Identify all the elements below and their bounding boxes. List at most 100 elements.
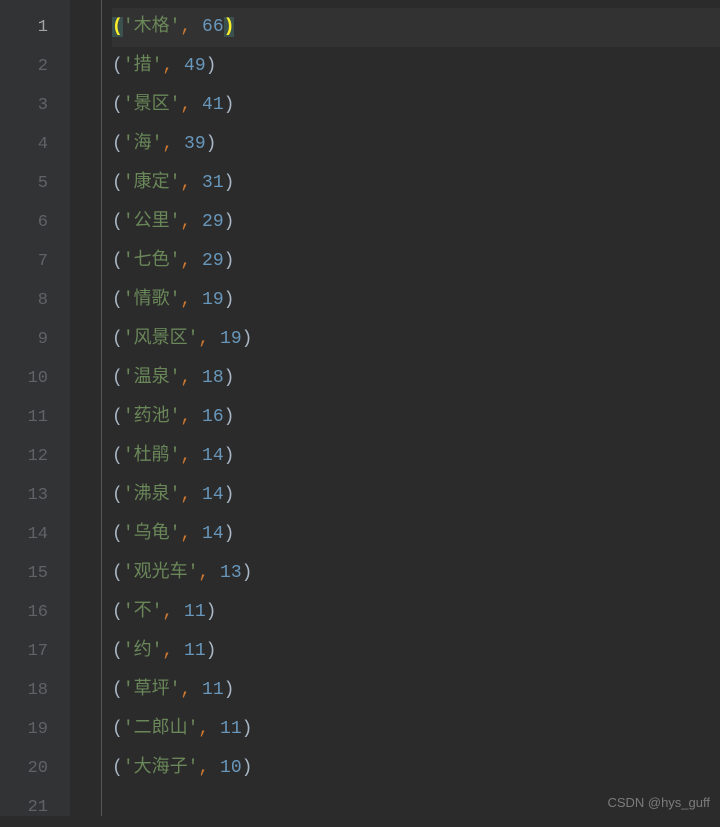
code-line[interactable]: ('药池', 16) bbox=[112, 398, 720, 437]
line-number: 19 bbox=[0, 710, 70, 749]
tuple-word: '景区' bbox=[123, 95, 181, 115]
code-line[interactable]: ('景区', 41) bbox=[112, 86, 720, 125]
close-paren: ) bbox=[224, 485, 235, 505]
comma: , bbox=[180, 524, 191, 544]
code-line[interactable]: ('沸泉', 14) bbox=[112, 476, 720, 515]
line-number: 12 bbox=[0, 437, 70, 476]
tuple-word: '约' bbox=[123, 641, 163, 661]
open-paren: ( bbox=[112, 290, 123, 310]
open-paren: ( bbox=[112, 17, 123, 37]
line-number: 17 bbox=[0, 632, 70, 671]
close-paren: ) bbox=[224, 251, 235, 271]
comma: , bbox=[162, 56, 173, 76]
comma: , bbox=[180, 446, 191, 466]
tuple-word: '草坪' bbox=[123, 680, 181, 700]
comma: , bbox=[198, 563, 209, 583]
line-number: 16 bbox=[0, 593, 70, 632]
code-editor[interactable]: 123456789101112131415161718192021 ('木格',… bbox=[0, 0, 720, 816]
tuple-word: '大海子' bbox=[123, 758, 199, 778]
tuple-word: '风景区' bbox=[123, 329, 199, 349]
tuple-count: 11 bbox=[202, 680, 224, 700]
open-paren: ( bbox=[112, 524, 123, 544]
comma: , bbox=[198, 758, 209, 778]
code-line[interactable]: ('温泉', 18) bbox=[112, 359, 720, 398]
close-paren: ) bbox=[206, 641, 217, 661]
line-number: 3 bbox=[0, 86, 70, 125]
comma: , bbox=[180, 485, 191, 505]
code-line[interactable]: ('草坪', 11) bbox=[112, 671, 720, 710]
code-line[interactable]: ('观光车', 13) bbox=[112, 554, 720, 593]
tuple-count: 19 bbox=[220, 329, 242, 349]
comma: , bbox=[198, 329, 209, 349]
close-paren: ) bbox=[224, 446, 235, 466]
tuple-word: '不' bbox=[123, 602, 163, 622]
comma: , bbox=[162, 602, 173, 622]
tuple-count: 18 bbox=[202, 368, 224, 388]
close-paren: ) bbox=[242, 563, 253, 583]
open-paren: ( bbox=[112, 134, 123, 154]
open-paren: ( bbox=[112, 329, 123, 349]
tuple-count: 39 bbox=[184, 134, 206, 154]
close-paren: ) bbox=[206, 56, 217, 76]
watermark-text: CSDN @hys_guff bbox=[607, 795, 710, 810]
comma: , bbox=[180, 290, 191, 310]
tuple-count: 11 bbox=[184, 602, 206, 622]
tuple-word: '温泉' bbox=[123, 368, 181, 388]
tuple-count: 10 bbox=[220, 758, 242, 778]
close-paren: ) bbox=[224, 524, 235, 544]
line-number: 21 bbox=[0, 788, 70, 827]
tuple-word: '二郎山' bbox=[123, 719, 199, 739]
close-paren: ) bbox=[224, 173, 235, 193]
tuple-word: '海' bbox=[123, 134, 163, 154]
code-content-area[interactable]: ('木格', 66)('措', 49)('景区', 41)('海', 39)('… bbox=[102, 0, 720, 816]
code-line[interactable]: ('大海子', 10) bbox=[112, 749, 720, 788]
tuple-word: '木格' bbox=[123, 17, 181, 37]
line-number: 14 bbox=[0, 515, 70, 554]
close-paren: ) bbox=[242, 329, 253, 349]
open-paren: ( bbox=[112, 719, 123, 739]
close-paren: ) bbox=[224, 680, 235, 700]
open-paren: ( bbox=[112, 173, 123, 193]
tuple-count: 19 bbox=[202, 290, 224, 310]
code-line[interactable]: ('海', 39) bbox=[112, 125, 720, 164]
tuple-count: 29 bbox=[202, 212, 224, 232]
code-line[interactable]: ('康定', 31) bbox=[112, 164, 720, 203]
code-line[interactable]: ('杜鹃', 14) bbox=[112, 437, 720, 476]
code-line[interactable]: ('公里', 29) bbox=[112, 203, 720, 242]
tuple-count: 66 bbox=[202, 17, 224, 37]
code-line[interactable]: ('风景区', 19) bbox=[112, 320, 720, 359]
open-paren: ( bbox=[112, 56, 123, 76]
open-paren: ( bbox=[112, 407, 123, 427]
open-paren: ( bbox=[112, 95, 123, 115]
line-number: 20 bbox=[0, 749, 70, 788]
code-line[interactable]: ('约', 11) bbox=[112, 632, 720, 671]
gutter-divider bbox=[70, 0, 102, 816]
comma: , bbox=[162, 134, 173, 154]
tuple-word: '乌龟' bbox=[123, 524, 181, 544]
open-paren: ( bbox=[112, 368, 123, 388]
tuple-count: 49 bbox=[184, 56, 206, 76]
comma: , bbox=[180, 17, 191, 37]
open-paren: ( bbox=[112, 680, 123, 700]
tuple-count: 31 bbox=[202, 173, 224, 193]
comma: , bbox=[180, 95, 191, 115]
code-line[interactable]: ('二郎山', 11) bbox=[112, 710, 720, 749]
line-number: 13 bbox=[0, 476, 70, 515]
close-paren: ) bbox=[224, 95, 235, 115]
close-paren: ) bbox=[242, 758, 253, 778]
code-line[interactable]: ('不', 11) bbox=[112, 593, 720, 632]
code-line[interactable]: ('木格', 66) bbox=[112, 8, 720, 47]
open-paren: ( bbox=[112, 446, 123, 466]
tuple-word: '沸泉' bbox=[123, 485, 181, 505]
open-paren: ( bbox=[112, 602, 123, 622]
code-line[interactable]: ('情歌', 19) bbox=[112, 281, 720, 320]
code-line[interactable]: ('乌龟', 14) bbox=[112, 515, 720, 554]
tuple-count: 14 bbox=[202, 446, 224, 466]
tuple-word: '药池' bbox=[123, 407, 181, 427]
line-number-gutter: 123456789101112131415161718192021 bbox=[0, 0, 70, 816]
code-line[interactable]: ('措', 49) bbox=[112, 47, 720, 86]
code-line[interactable]: ('七色', 29) bbox=[112, 242, 720, 281]
line-number: 7 bbox=[0, 242, 70, 281]
comma: , bbox=[180, 251, 191, 271]
tuple-word: '康定' bbox=[123, 173, 181, 193]
